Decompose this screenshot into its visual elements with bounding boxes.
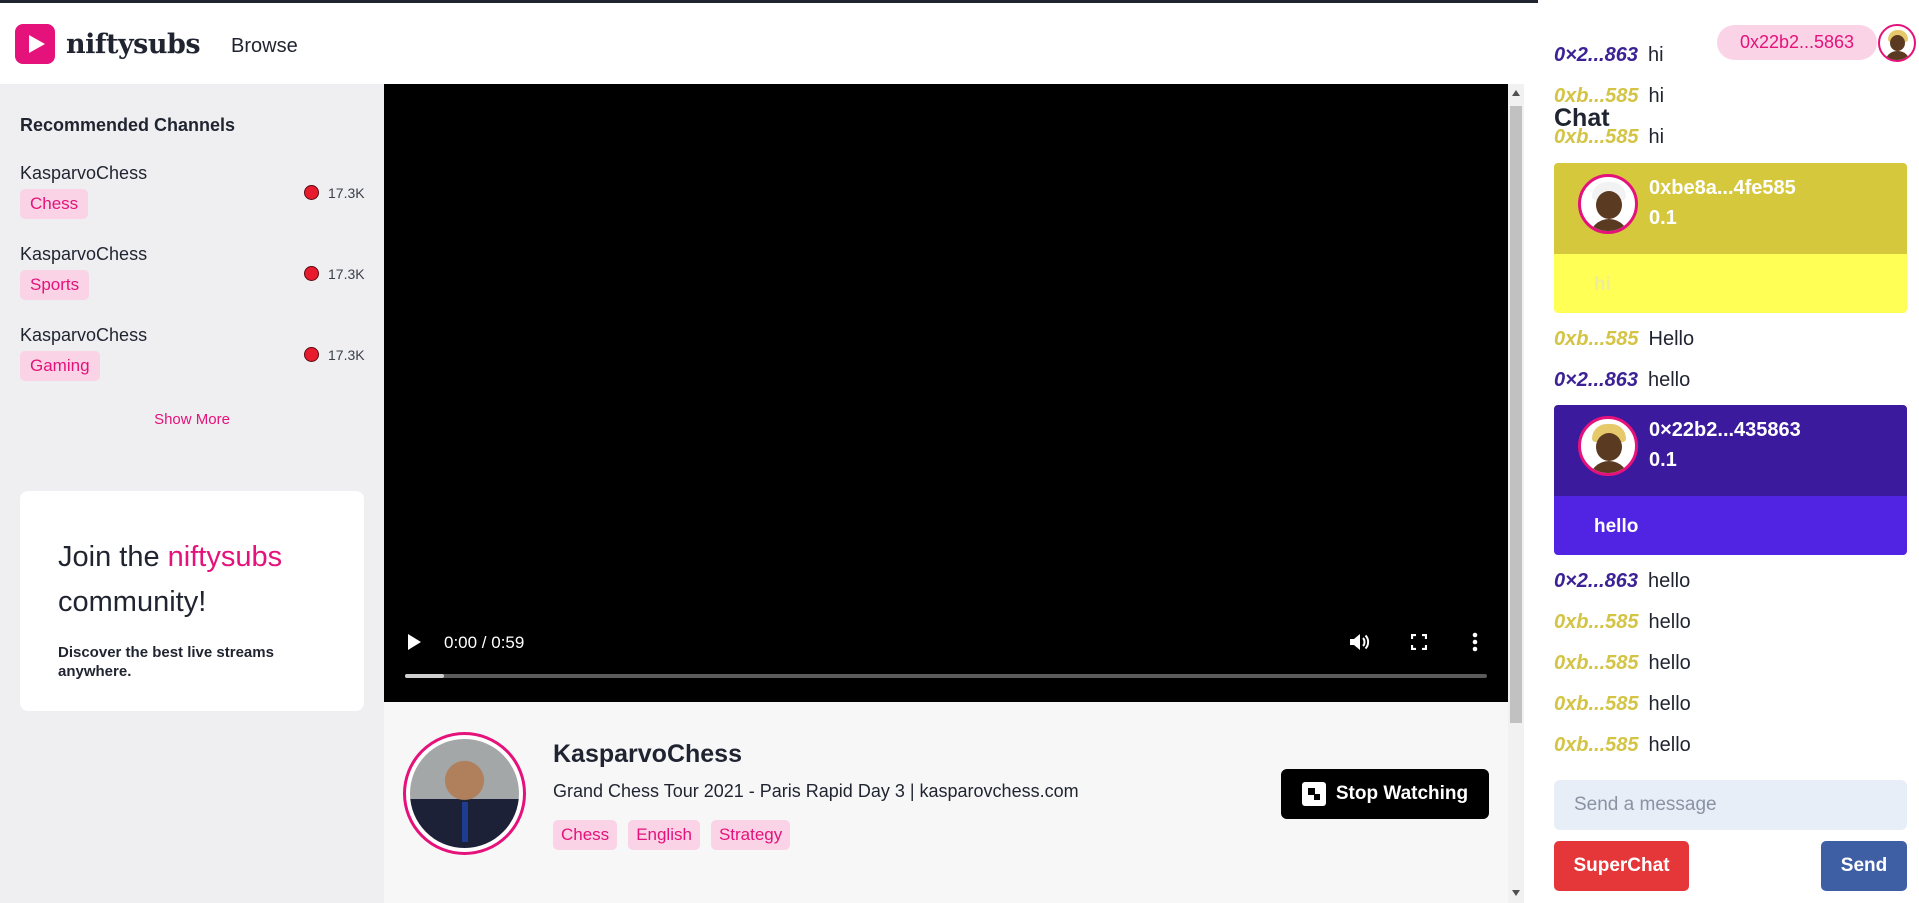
chat-message: 0xb...585 hello	[1554, 652, 1691, 675]
chat-message-text: hi	[1648, 126, 1665, 148]
user-avatar[interactable]	[1878, 24, 1916, 62]
chat-message-text: hello	[1648, 693, 1691, 715]
stream-tags: Chess English Strategy	[553, 820, 791, 850]
chat-message-author[interactable]: 0×2...863	[1554, 369, 1638, 391]
chat-message-input[interactable]	[1554, 780, 1907, 830]
chat-message-author[interactable]: 0xb...585	[1554, 611, 1639, 633]
chat-panel: 0x22b2...5863 0×2...863 hi 0xb...585 hi Ch…	[1538, 0, 1919, 903]
join-suffix: community!	[58, 586, 207, 618]
chat-message: 0xb...585 Hello	[1554, 328, 1694, 351]
chat-message-text: hello	[1648, 652, 1691, 674]
chat-message: 0xb...585 hello	[1554, 611, 1691, 634]
join-community-card: Join the niftysubs community! Discover th…	[20, 491, 364, 711]
join-description: Discover the best live streams anywhere.	[58, 644, 274, 680]
chat-message-text: hi	[1648, 85, 1665, 107]
superchat-message: 0×22b2...435863 0.1 hello	[1554, 405, 1907, 555]
scroll-thumb[interactable]	[1510, 106, 1522, 723]
superchat-body: hi	[1554, 254, 1907, 313]
channel-name: KasparvoChess	[20, 244, 148, 264]
superchat-header: 0xbe8a...4fe585 0.1	[1554, 163, 1907, 254]
chat-message-author[interactable]: 0×2...863	[1554, 44, 1638, 66]
channel-item[interactable]: KasparvoChess Gaming 17.3K	[20, 325, 365, 395]
chat-message-author[interactable]: 0×2...863	[1554, 570, 1638, 592]
chat-message: 0xb...585 hello	[1554, 693, 1691, 716]
top-navbar: niftysubs Browse	[0, 3, 1538, 84]
live-indicator-icon	[304, 266, 319, 281]
superchat-body: hello	[1554, 496, 1907, 555]
chat-message-author[interactable]: 0xb...585	[1554, 652, 1639, 674]
chat-message-author[interactable]: 0xb...585	[1554, 328, 1639, 350]
viewer-count: 17.3K	[328, 347, 365, 363]
brand-name[interactable]: niftysubs	[66, 29, 201, 60]
sidebar: Recommended Channels KasparvoChess Chess…	[0, 84, 384, 903]
join-prefix: Join the	[58, 541, 168, 573]
superchat-amount: 0.1	[1649, 207, 1677, 229]
channel-name: KasparvoChess	[20, 163, 148, 183]
stream-tag[interactable]: English	[628, 820, 700, 850]
superchat-text: hi	[1594, 274, 1611, 295]
superchat-avatar	[1578, 416, 1638, 476]
chat-message: 0xb...585 hi	[1554, 126, 1664, 149]
chat-message: 0×2...863 hello	[1554, 369, 1690, 392]
video-player[interactable]: 0:00 / 0:59	[384, 84, 1508, 702]
superchat-amount: 0.1	[1649, 449, 1677, 471]
channel-name: KasparvoChess	[20, 325, 148, 345]
video-progress-fill	[405, 674, 444, 678]
scroll-up-arrow-icon[interactable]	[1512, 90, 1520, 96]
video-progress-bar[interactable]	[405, 674, 1487, 678]
streamer-avatar[interactable]	[403, 732, 526, 855]
superchat-button[interactable]: SuperChat	[1554, 841, 1689, 891]
send-button[interactable]: Send	[1821, 841, 1907, 891]
show-more-link[interactable]: Show More	[0, 411, 384, 428]
wallet-address-pill[interactable]: 0x22b2...5863	[1717, 25, 1877, 60]
video-time: 0:00 / 0:59	[444, 633, 525, 652]
stop-watching-icon	[1301, 782, 1326, 806]
chat-message: 0×2...863 hi	[1554, 44, 1664, 67]
channel-tag[interactable]: Sports	[20, 270, 90, 300]
channel-item[interactable]: KasparvoChess Sports 17.3K	[20, 244, 365, 314]
chat-message-author[interactable]: 0xb...585	[1554, 734, 1639, 756]
scroll-down-arrow-icon[interactable]	[1512, 890, 1520, 896]
main-scrollbar[interactable]	[1508, 84, 1524, 903]
chat-message-text: hi	[1647, 44, 1664, 66]
stop-watching-label: Stop Watching	[1335, 783, 1469, 804]
superchat-header: 0×22b2...435863 0.1	[1554, 405, 1907, 496]
channel-tag[interactable]: Gaming	[20, 351, 100, 381]
chat-message-author[interactable]: 0xb...585	[1554, 126, 1639, 148]
chat-message-text: hello	[1648, 611, 1691, 633]
play-icon[interactable]	[408, 634, 421, 650]
chat-message: 0×2...863 hello	[1554, 570, 1690, 593]
nav-browse-link[interactable]: Browse	[231, 35, 298, 58]
join-heading: Join the niftysubs community!	[58, 535, 348, 625]
join-brand: niftysubs	[167, 541, 283, 573]
streamer-name[interactable]: KasparvoChess	[553, 740, 742, 769]
fullscreen-icon[interactable]	[1411, 634, 1427, 650]
superchat-author[interactable]: 0×22b2...435863	[1649, 419, 1801, 442]
viewer-count: 17.3K	[328, 266, 365, 282]
chat-message: 0xb...585 hello	[1554, 734, 1691, 757]
live-indicator-icon	[304, 347, 319, 362]
stream-tag[interactable]: Chess	[553, 820, 618, 850]
more-options-icon[interactable]	[1472, 632, 1478, 652]
viewer-count: 17.3K	[328, 185, 365, 201]
live-indicator-icon	[304, 185, 319, 200]
recommended-channels-title: Recommended Channels	[20, 115, 236, 135]
channel-item[interactable]: KasparvoChess Chess 17.3K	[20, 163, 365, 233]
volume-icon[interactable]	[1349, 632, 1371, 652]
chat-message-text: hello	[1647, 570, 1691, 592]
superchat-text: hello	[1594, 516, 1639, 537]
superchat-message: 0xbe8a...4fe585 0.1 hi	[1554, 163, 1907, 313]
chat-message-text: hello	[1648, 734, 1691, 756]
stop-watching-button[interactable]: Stop Watching	[1281, 769, 1489, 819]
channel-tag[interactable]: Chess	[20, 189, 89, 219]
niftysubs-logo-icon[interactable]	[15, 24, 55, 64]
stream-title: Grand Chess Tour 2021 - Paris Rapid Day …	[553, 781, 1079, 801]
stream-tag[interactable]: Strategy	[710, 820, 791, 850]
superchat-avatar	[1578, 174, 1638, 234]
superchat-author[interactable]: 0xbe8a...4fe585	[1649, 177, 1796, 200]
chat-message-text: Hello	[1648, 328, 1695, 350]
chat-message-text: hello	[1647, 369, 1691, 391]
main-content: 0:00 / 0:59 KasparvoChess Grand Chess To…	[384, 84, 1508, 903]
chat-message-author[interactable]: 0xb...585	[1554, 693, 1639, 715]
